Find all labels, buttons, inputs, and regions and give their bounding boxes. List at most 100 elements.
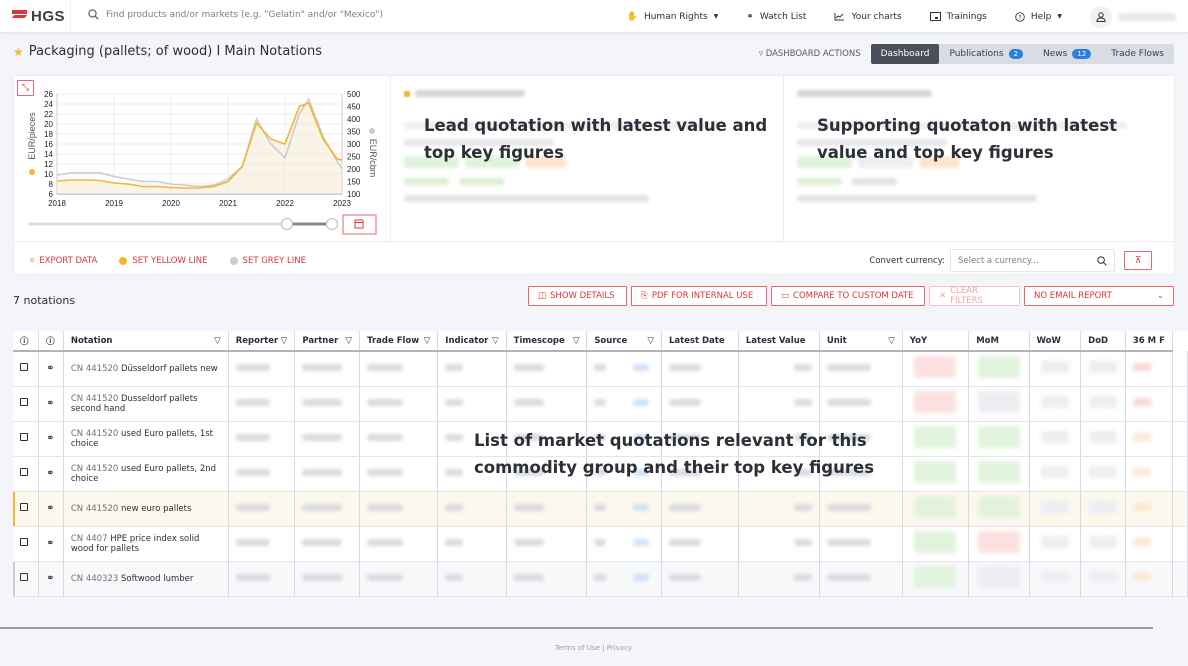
filter-icon[interactable]: ▽: [492, 336, 499, 346]
row-checkbox[interactable]: [20, 503, 28, 511]
column-header-latest-value[interactable]: Latest Value: [738, 331, 820, 352]
binoculars-icon[interactable]: ⚭: [46, 363, 54, 374]
row-checkbox[interactable]: [20, 433, 28, 441]
table-row[interactable]: ⚭ CN 441520 new euro pallets: [13, 491, 1188, 527]
watch-cell[interactable]: ⚭: [38, 526, 64, 562]
binoculars-icon[interactable]: ⚭: [46, 433, 54, 444]
row-checkbox[interactable]: [20, 398, 28, 406]
row-checkbox[interactable]: [20, 363, 28, 372]
range-slider-handle-start[interactable]: [281, 218, 293, 230]
row-checkbox[interactable]: [20, 538, 28, 546]
column-header-timescope[interactable]: Timescope ▽: [506, 331, 588, 352]
notation-cell[interactable]: CN 441520 Düsseldorf pallets new: [63, 351, 229, 387]
watch-cell[interactable]: ⚭: [38, 561, 64, 597]
watch-cell[interactable]: ⚭: [38, 491, 64, 527]
column-header-trade-flow[interactable]: Trade Flow ▽: [359, 331, 439, 352]
indicator-cell: [437, 491, 507, 527]
clear-filters-button[interactable]: ✕ CLEAR FILTERS: [929, 286, 1020, 306]
filter-icon[interactable]: ▽: [573, 336, 580, 346]
row-checkbox[interactable]: [20, 573, 28, 581]
calendar-button[interactable]: [342, 214, 377, 235]
binoculars-icon[interactable]: ⚭: [46, 398, 54, 409]
filter-icon[interactable]: ▽: [346, 336, 353, 346]
filter-icon[interactable]: ▽: [214, 336, 221, 346]
table-row[interactable]: ⚭ CN 441520 Düsseldorf pallets new: [13, 351, 1188, 387]
table-row[interactable]: ⚭ CN 441520 used Euro pallets, 1st choice: [13, 421, 1188, 457]
column-header-mom[interactable]: MoM: [968, 331, 1030, 352]
watch-cell[interactable]: ⚭: [38, 456, 64, 492]
redacted-value: [513, 503, 544, 511]
compare-custom-date-button[interactable]: ▭ COMPARE TO CUSTOM DATE: [771, 286, 925, 306]
binoculars-icon[interactable]: ⚭: [46, 468, 54, 479]
filter-icon[interactable]: ▽: [888, 336, 895, 346]
nav-human-rights[interactable]: ✋ Human Rights ▼: [627, 12, 719, 22]
row-checkbox-cell[interactable]: [13, 386, 40, 422]
row-checkbox-cell[interactable]: [13, 421, 40, 457]
notation-cell[interactable]: CN 441520 used Euro pallets, 1st choice: [63, 421, 229, 457]
dod-chip: [1089, 431, 1117, 443]
nav-help[interactable]: ? Help ▼: [1015, 12, 1062, 22]
row-checkbox[interactable]: [20, 468, 28, 476]
notation-cell[interactable]: CN 441520 new euro pallets: [63, 491, 229, 527]
nav-trainings[interactable]: Trainings: [929, 12, 987, 22]
notation-cell[interactable]: CN 441520 Dusseldorf pallets second hand: [63, 386, 229, 422]
watch-cell[interactable]: ⚭: [38, 386, 64, 422]
tab-trade-flows[interactable]: Trade Flows: [1101, 44, 1174, 64]
table-row[interactable]: ⚭ CN 441520 Dusseldorf pallets second han…: [13, 386, 1188, 422]
row-checkbox-cell[interactable]: [13, 456, 40, 492]
column-header-dod[interactable]: DoD: [1080, 331, 1126, 352]
column-header-36m[interactable]: 36 M F: [1125, 331, 1174, 352]
currency-select[interactable]: Select a currency...: [950, 249, 1115, 272]
lead-quotation-card[interactable]: Lead quotation with latest value and top…: [404, 76, 784, 241]
set-yellow-line-button[interactable]: SET YELLOW LINE: [119, 256, 208, 266]
row-checkbox-cell[interactable]: [13, 526, 40, 562]
row-checkbox-cell[interactable]: [13, 491, 40, 527]
filter-icon[interactable]: ▽: [281, 336, 288, 346]
column-header-partner[interactable]: Partner ▽: [294, 331, 361, 352]
watch-cell[interactable]: ⚭: [38, 421, 64, 457]
column-header-reporter[interactable]: Reporter ▽: [228, 331, 296, 352]
notation-cell[interactable]: CN 441520 used Euro pallets, 2nd choice: [63, 456, 229, 492]
table-row[interactable]: ⚭ CN 4407 HPE price index solid wood for …: [13, 526, 1188, 562]
notation-cell[interactable]: CN 4407 HPE price index solid wood for p…: [63, 526, 229, 562]
column-header-notation[interactable]: Notation ▽: [63, 331, 229, 352]
binoculars-icon[interactable]: ⚭: [46, 573, 54, 584]
filter-icon[interactable]: ▽: [647, 336, 654, 346]
star-icon[interactable]: ★: [13, 45, 24, 59]
row-checkbox-cell[interactable]: [13, 561, 40, 597]
set-grey-line-button[interactable]: SET GREY LINE: [229, 256, 306, 266]
binoculars-icon[interactable]: ⚭: [46, 538, 54, 549]
column-header-unit[interactable]: Unit ▽: [819, 331, 903, 352]
tab-news[interactable]: News 12: [1033, 44, 1101, 64]
tab-dashboard[interactable]: Dashboard: [870, 44, 940, 64]
column-header-wow[interactable]: WoW: [1029, 331, 1082, 352]
pdf-button[interactable]: ⎘ PDF FOR INTERNAL USE: [631, 286, 767, 306]
row-checkbox-cell[interactable]: [13, 351, 40, 387]
tab-publications[interactable]: Publications 2: [939, 44, 1033, 64]
dashboard-actions-button[interactable]: ▿ DASHBOARD ACTIONS: [759, 49, 861, 59]
binoculars-icon[interactable]: ⚭: [46, 503, 54, 514]
nav-watch-list[interactable]: ⚭ Watch List: [746, 12, 806, 22]
supporting-quotation-card[interactable]: Supporting quotaton with latest value an…: [797, 76, 1175, 241]
export-data-button[interactable]: ▿ EXPORT DATA: [30, 256, 97, 266]
watch-cell[interactable]: ⚭: [38, 351, 64, 387]
nav-your-charts[interactable]: Your charts: [834, 12, 902, 22]
hgs-logo[interactable]: HGS: [11, 8, 65, 25]
table-row[interactable]: ⚭ CN 440323 Softwood lumber: [13, 561, 1188, 597]
search-input[interactable]: Find products and/or markets (e.g. "Gela…: [88, 9, 383, 20]
filter-icon[interactable]: ▽: [424, 336, 431, 346]
column-header-source[interactable]: Source ▽: [586, 331, 662, 352]
email-report-select[interactable]: NO EMAIL REPORT ⌄: [1024, 286, 1174, 306]
pin-button[interactable]: ⊼: [1124, 251, 1152, 270]
column-header-latest-date[interactable]: Latest Date: [661, 331, 739, 352]
user-menu[interactable]: [1090, 5, 1176, 28]
range-slider-handle-end[interactable]: [326, 218, 338, 230]
terms-link[interactable]: Terms of Use: [555, 644, 600, 652]
column-header-indicator[interactable]: Indicator ▽: [437, 331, 507, 352]
wow-chip: [1040, 536, 1069, 548]
column-header-yoy[interactable]: YoY: [902, 331, 970, 352]
privacy-link[interactable]: Privacy: [607, 644, 632, 652]
show-details-button[interactable]: ◫ SHOW DETAILS: [528, 286, 627, 306]
notation-cell[interactable]: CN 440323 Softwood lumber: [63, 561, 229, 597]
table-row[interactable]: ⚭ CN 441520 used Euro pallets, 2nd choice: [13, 456, 1188, 492]
